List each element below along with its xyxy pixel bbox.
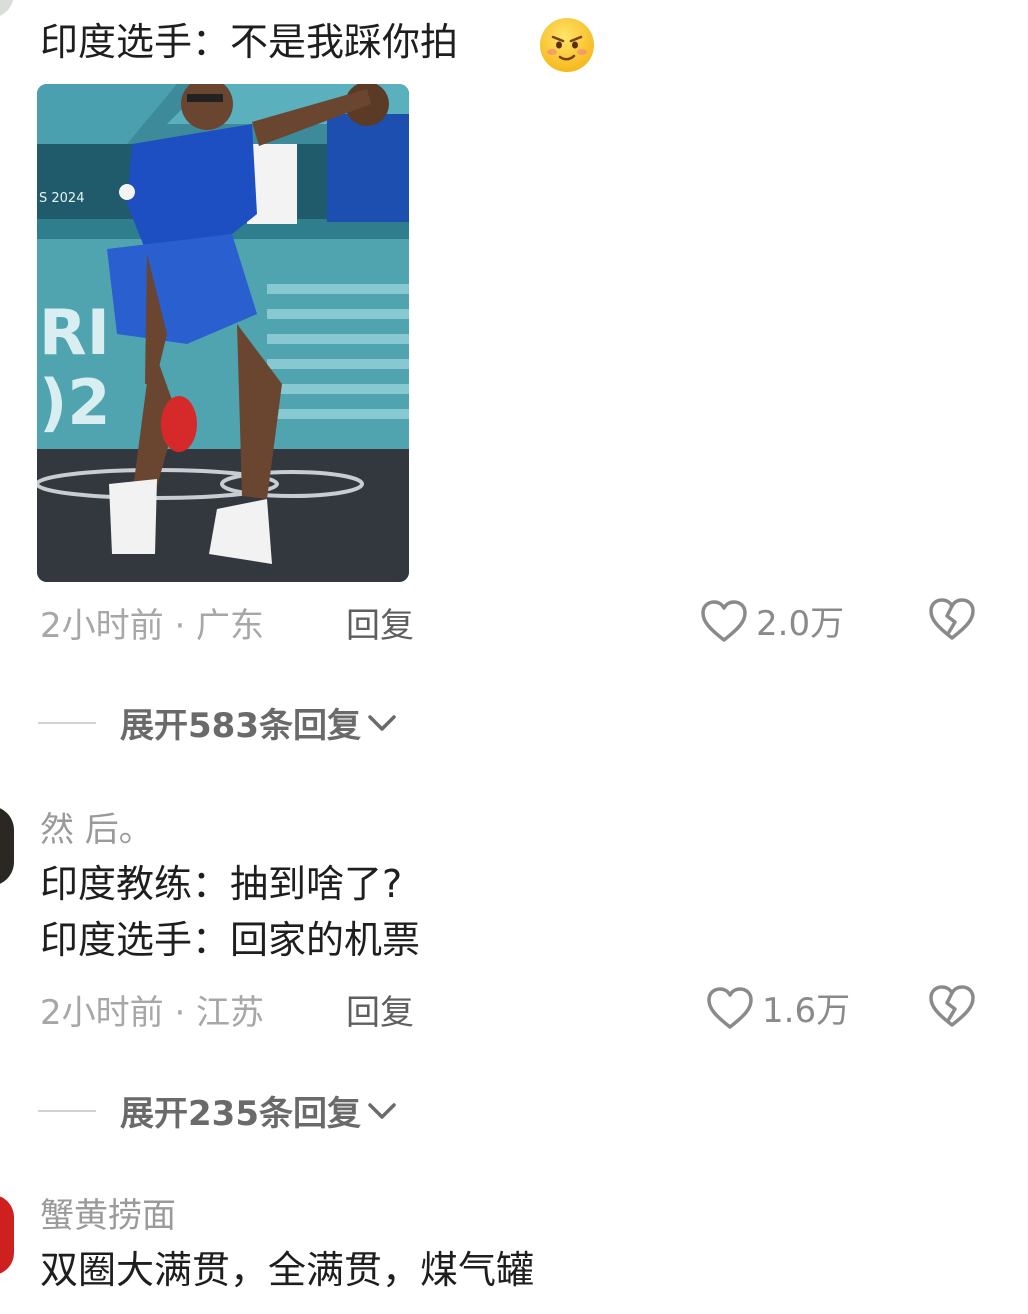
expand-replies-label: 展开583条回复: [120, 706, 361, 746]
divider: [38, 721, 96, 724]
avatar[interactable]: [0, 806, 14, 886]
svg-text:)2: )2: [39, 366, 110, 439]
table-tennis-player-photo[interactable]: S 2024 RI )2: [37, 84, 409, 582]
reply-button[interactable]: 回复: [346, 985, 414, 1034]
expand-replies[interactable]: 展开235条回复: [38, 1086, 397, 1135]
like-count: 1.6万: [762, 991, 851, 1031]
like-button[interactable]: 1.6万: [706, 983, 850, 1032]
expand-replies[interactable]: 展开583条回复: [38, 698, 397, 747]
avatar[interactable]: [0, 0, 14, 18]
heart-icon: [707, 986, 753, 1029]
reply-button[interactable]: 回复: [346, 598, 414, 647]
like-count: 2.0万: [756, 604, 845, 644]
chevron-down-icon: [368, 1102, 396, 1119]
avatar[interactable]: [0, 1195, 14, 1275]
broken-heart-icon[interactable]: [928, 597, 976, 641]
svg-text:S 2024: S 2024: [39, 191, 84, 206]
comment-text: 印度选手：回家的机票: [40, 918, 421, 962]
comment-meta: 2小时前 · 江苏: [40, 993, 265, 1033]
heart-icon: [701, 599, 747, 642]
divider: [38, 1109, 96, 1112]
broken-heart-icon[interactable]: [928, 984, 976, 1028]
username[interactable]: 蟹黄捞面: [40, 1188, 176, 1237]
expand-replies-label: 展开235条回复: [120, 1094, 361, 1134]
smirk-emoji-icon: [540, 18, 594, 72]
username[interactable]: 然 后。: [40, 802, 153, 851]
like-button[interactable]: 2.0万: [700, 596, 844, 645]
comment-text: 印度教练：抽到啥了?: [40, 862, 403, 906]
comment-meta: 2小时前 · 广东: [40, 606, 265, 646]
comment-text: 印度选手：不是我踩你拍: [40, 20, 459, 64]
chevron-down-icon: [368, 714, 396, 731]
svg-text:RI: RI: [39, 296, 110, 369]
comment-text: 双圈大满贯，全满贯，煤气罐: [40, 1248, 535, 1292]
